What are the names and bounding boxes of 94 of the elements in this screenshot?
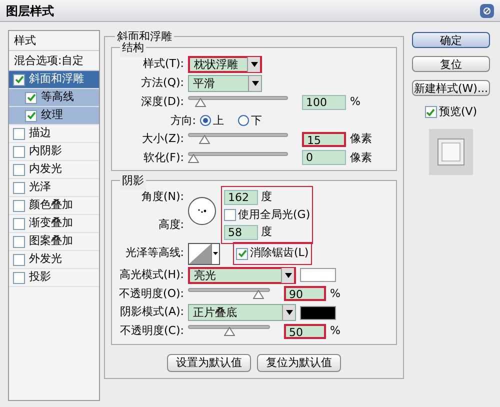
checkbox[interactable] xyxy=(13,146,25,158)
unit-label: 像素 xyxy=(350,131,372,147)
button[interactable]: 设置为默认值 xyxy=(167,354,251,372)
field-label: 软化(F): xyxy=(142,150,184,166)
slider-thumb[interactable] xyxy=(195,98,206,108)
number-field[interactable]: 100 xyxy=(302,94,346,110)
checkbox[interactable] xyxy=(13,128,25,140)
window-title: 图层样式 xyxy=(6,2,54,20)
dropdown[interactable]: 正片叠底 xyxy=(188,304,296,321)
checkbox[interactable] xyxy=(236,248,248,260)
list-item[interactable]: 图案叠加 xyxy=(9,233,99,251)
field-label: 不透明度(O): xyxy=(118,286,184,302)
radio-button[interactable]: 下 xyxy=(238,112,262,129)
dropdown[interactable]: 平滑 xyxy=(188,75,262,92)
unit-label: 度 xyxy=(261,189,272,205)
color-swatch[interactable] xyxy=(300,306,336,320)
contour-picker[interactable] xyxy=(188,242,220,264)
angle-marker-icon xyxy=(197,208,207,214)
button[interactable]: 新建样式(W)... xyxy=(412,80,490,96)
checkbox[interactable] xyxy=(424,106,437,118)
slider-thumb[interactable] xyxy=(253,290,264,299)
field-label: 高度: xyxy=(157,216,184,232)
checkbox[interactable] xyxy=(25,110,37,122)
button[interactable]: 复位 xyxy=(412,56,490,72)
caret-icon xyxy=(248,76,261,91)
checkbox-option[interactable]: 预览(V) xyxy=(424,104,478,120)
field-label: 阴影模式(A): xyxy=(119,304,184,320)
list-item[interactable]: 渐变叠加 xyxy=(9,215,99,233)
button[interactable]: 确定 xyxy=(412,32,490,48)
slider-thumb[interactable] xyxy=(188,154,199,163)
list-item[interactable]: 内发光 xyxy=(9,161,99,179)
field-label: 不透明度(C): xyxy=(119,323,184,339)
list-item[interactable]: 颜色叠加 xyxy=(9,197,99,215)
list-header: 样式 xyxy=(9,31,99,51)
slider[interactable] xyxy=(188,152,288,164)
group-title: 阴影 xyxy=(120,173,146,190)
number-field[interactable]: 58 xyxy=(224,224,258,240)
number-field[interactable]: 0 xyxy=(302,150,346,166)
unit-label: % xyxy=(350,94,360,110)
number-field[interactable]: 90 xyxy=(284,286,326,302)
button[interactable]: 复位为默认值 xyxy=(257,354,341,372)
checkbox[interactable] xyxy=(13,182,25,194)
checkbox[interactable] xyxy=(13,254,25,266)
checkbox-option[interactable]: 消除锯齿(L) xyxy=(236,245,309,262)
number-field[interactable]: 15 xyxy=(302,132,346,147)
slider[interactable] xyxy=(188,133,288,146)
field-label: 高光模式(H): xyxy=(118,266,184,283)
checkbox[interactable] xyxy=(13,200,25,212)
checkbox[interactable] xyxy=(13,74,25,86)
field-label: 深度(D): xyxy=(140,94,184,110)
caret-icon xyxy=(282,305,295,320)
list-item[interactable]: 内阴影 xyxy=(9,143,99,161)
caret-icon xyxy=(281,268,294,282)
list-item[interactable]: 外发光 xyxy=(9,251,99,269)
checkbox-option[interactable]: 使用全局光(G) xyxy=(224,206,310,223)
dropdown[interactable]: 亮光 xyxy=(188,266,296,284)
slider[interactable] xyxy=(188,96,288,108)
field-label: 角度(N): xyxy=(140,189,184,205)
list-item[interactable]: 斜面和浮雕 xyxy=(9,71,99,89)
angle-dial[interactable] xyxy=(188,197,216,225)
list-item[interactable]: 纹理 xyxy=(9,107,99,125)
preview-thumbnail xyxy=(429,128,473,174)
checkbox[interactable] xyxy=(25,92,37,104)
checkbox[interactable] xyxy=(13,272,25,284)
number-field[interactable]: 50 xyxy=(284,324,326,339)
unit-label: % xyxy=(330,323,340,339)
field-label: 光泽等高线: xyxy=(124,245,184,262)
radio-button[interactable]: 上 xyxy=(200,112,224,129)
checkbox[interactable] xyxy=(13,218,25,230)
slider-thumb[interactable] xyxy=(224,327,234,336)
slider-thumb[interactable] xyxy=(198,135,210,144)
unit-label: 像素 xyxy=(350,150,372,166)
slider[interactable] xyxy=(188,325,270,338)
field-label: 大小(Z): xyxy=(141,131,184,147)
group-title: 结构 xyxy=(120,40,146,56)
dropdown[interactable]: 枕状浮雕 xyxy=(188,56,262,73)
caret-icon xyxy=(213,252,218,255)
checkbox[interactable] xyxy=(224,208,236,221)
field-label: 方法(Q): xyxy=(140,75,184,92)
list-item[interactable]: 投影 xyxy=(9,269,99,287)
slider[interactable] xyxy=(188,288,270,300)
field-label: 方向: xyxy=(169,112,196,128)
list-item[interactable]: 等高线 xyxy=(9,89,99,107)
number-field[interactable]: 162 xyxy=(224,190,258,205)
unit-label: % xyxy=(330,286,340,302)
close-icon[interactable] xyxy=(480,4,494,18)
checkbox[interactable] xyxy=(13,236,25,248)
checkbox[interactable] xyxy=(13,164,25,176)
color-swatch[interactable] xyxy=(300,268,336,282)
unit-label: 度 xyxy=(261,224,272,240)
field-label: 样式(T): xyxy=(142,56,184,72)
caret-icon xyxy=(247,57,260,72)
list-item[interactable]: 光泽 xyxy=(9,179,99,197)
list-item[interactable]: 描边 xyxy=(9,125,99,143)
